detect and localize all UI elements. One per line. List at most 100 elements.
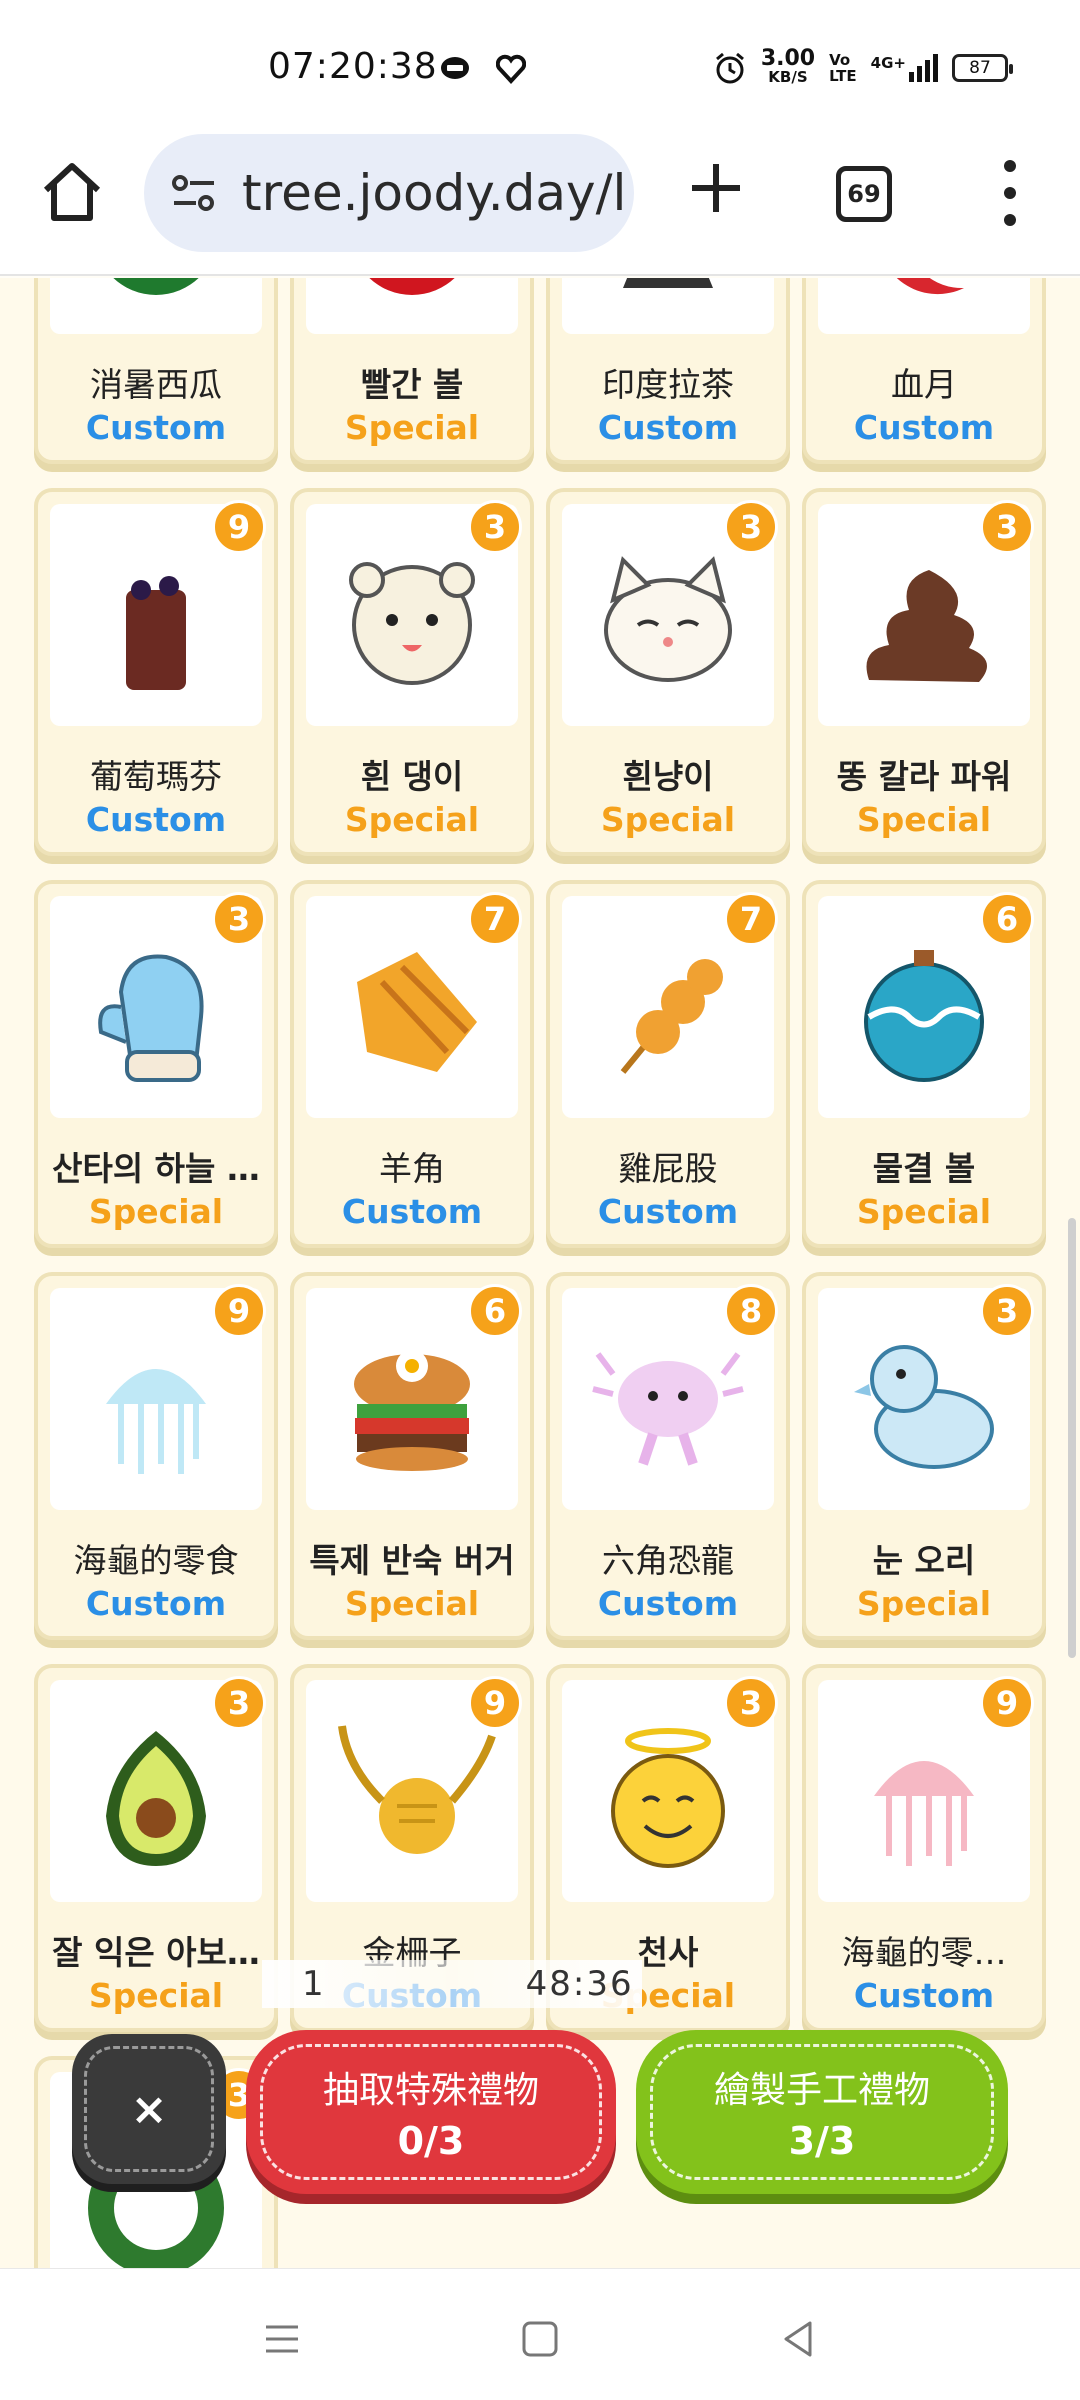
gift-name: 血月 (891, 365, 957, 404)
craft-gift-button[interactable]: 繪製手工禮物 3/3 (636, 2030, 1008, 2194)
recent-apps-icon[interactable] (252, 2309, 312, 2369)
gift-type-label: Special (344, 1584, 480, 1623)
gift-card[interactable]: 빨간 볼 Special (290, 278, 534, 464)
gift-name: 똥 칼라 파워 (836, 757, 1012, 796)
gift-card[interactable]: 3 흰 댕이 Special (290, 488, 534, 856)
gift-name: 消暑西瓜 (90, 365, 222, 404)
browser-toolbar: tree.joody.day/l 69 (0, 130, 1080, 276)
gift-name: 海龜的零… (841, 1933, 1007, 1972)
back-icon[interactable] (768, 2309, 828, 2369)
signal-icon: 4G+ (871, 54, 938, 82)
gift-name: 흰 댕이 (360, 757, 464, 796)
scrollbar[interactable] (1068, 1218, 1076, 1658)
gift-type-label: Special (344, 800, 480, 839)
gift-card[interactable]: 9 海龜的零食 Custom (34, 1272, 278, 1640)
snow-duck-icon (854, 1345, 994, 1469)
count-badge: 8 (724, 1284, 778, 1338)
gift-type-label: Special (856, 800, 992, 839)
gift-card[interactable]: 血月 Custom (802, 278, 1046, 464)
count-badge: 3 (980, 1284, 1034, 1338)
count-badge: 9 (212, 500, 266, 554)
battery-icon: 87 (952, 54, 1013, 82)
gift-type-label: Custom (597, 1192, 739, 1231)
new-tab-icon[interactable] (686, 158, 746, 218)
gift-image (50, 278, 262, 334)
gift-name: 잘 익은 아보… (52, 1933, 260, 1972)
jellyfish-icon (106, 1369, 206, 1474)
count-badge: 6 (468, 1284, 522, 1338)
gift-type-label: Custom (85, 408, 227, 447)
count-badge: 3 (724, 500, 778, 554)
gift-card[interactable]: 6 물결 볼 Special (802, 880, 1046, 1248)
system-nav-bar (0, 2268, 1080, 2400)
gift-type-label: Special (88, 1976, 224, 2015)
gift-card[interactable]: 9 海龜的零… Custom (802, 1664, 1046, 2032)
blue-mitten-icon (98, 954, 204, 1082)
gift-type-label: Custom (853, 408, 995, 447)
gift-name: 葡萄瑪芬 (90, 757, 222, 796)
close-button[interactable]: × (72, 2034, 226, 2184)
gift-type-label: Custom (341, 1192, 483, 1231)
burger-icon (354, 1350, 470, 1471)
tab-switcher-button[interactable]: 69 (836, 166, 892, 222)
white-cat-icon (604, 556, 732, 682)
draw-special-gift-button[interactable]: 抽取特殊禮物 0/3 (246, 2030, 616, 2194)
gift-type-label: Custom (597, 1584, 739, 1623)
gift-type-label: Custom (853, 1976, 995, 2015)
count-badge: 3 (468, 500, 522, 554)
gift-card[interactable]: 7 雞屁股 Custom (546, 880, 790, 1248)
gift-name: 印度拉茶 (602, 365, 734, 404)
gift-card[interactable]: 9 葡萄瑪芬 Custom (34, 488, 278, 856)
chai-tea-icon (623, 278, 713, 288)
gift-name: 羊角 (379, 1149, 445, 1188)
timestamp-overlay: 1 48:36 (262, 1960, 642, 2008)
croissant-icon (357, 952, 477, 1072)
gift-card[interactable]: 印度拉茶 Custom (546, 278, 790, 464)
gift-card[interactable]: 3 흰냥이 Special (546, 488, 790, 856)
gift-card[interactable]: 3 눈 오리 Special (802, 1272, 1046, 1640)
gift-image (818, 278, 1030, 334)
gift-card[interactable]: 3 산타의 하늘 … Special (34, 880, 278, 1248)
avocado-icon (106, 1731, 206, 1866)
more-menu-icon[interactable] (990, 160, 1030, 226)
status-indicators: 3.00 KB/S Vo LTE 4G+ 87 (713, 46, 1013, 90)
count-badge: 9 (980, 1676, 1034, 1730)
chicken-skewer-icon (620, 959, 723, 1074)
count-badge: 3 (980, 500, 1034, 554)
gift-type-label: Custom (85, 1584, 227, 1623)
alarm-icon (715, 52, 744, 84)
gift-name: 특제 반숙 버거 (309, 1541, 515, 1580)
gift-image (306, 278, 518, 334)
wave-ornament-icon (864, 950, 984, 1082)
gift-card[interactable]: 消暑西瓜 Custom (34, 278, 278, 464)
angel-emoji-icon (611, 1728, 725, 1868)
gift-image (562, 278, 774, 334)
gift-card[interactable]: 6 특제 반숙 버거 Special (290, 1272, 534, 1640)
gift-name: 눈 오리 (872, 1541, 976, 1580)
address-bar[interactable]: tree.joody.day/l (144, 134, 634, 252)
count-badge: 3 (724, 1676, 778, 1730)
pink-jellyfish-icon (874, 1761, 974, 1866)
status-time: 07:20:38 (268, 46, 438, 87)
gift-type-label: Special (856, 1192, 992, 1231)
site-settings-icon[interactable] (166, 165, 222, 221)
red-ornament-icon (369, 278, 455, 295)
home-icon[interactable] (36, 156, 108, 228)
gift-type-label: Special (344, 408, 480, 447)
gift-card[interactable]: 7 羊角 Custom (290, 880, 534, 1248)
gift-card[interactable]: 8 六角恐龍 Custom (546, 1272, 790, 1640)
count-badge: 7 (468, 892, 522, 946)
count-badge: 3 (212, 1676, 266, 1730)
home-nav-icon[interactable] (510, 2309, 570, 2369)
network-speed: 3.00 KB/S (760, 46, 816, 87)
grape-muffin-icon (126, 576, 186, 690)
count-badge: 3 (212, 892, 266, 946)
gift-name: 六角恐龍 (602, 1541, 734, 1580)
count-badge: 6 (980, 892, 1034, 946)
gift-name: 산타의 하늘 … (52, 1149, 260, 1188)
poop-icon (866, 570, 987, 682)
gift-card[interactable]: 3 잘 익은 아보… Special (34, 1664, 278, 2032)
count-badge: 9 (468, 1676, 522, 1730)
watermelon-icon (113, 278, 199, 295)
gift-card[interactable]: 3 똥 칼라 파워 Special (802, 488, 1046, 856)
